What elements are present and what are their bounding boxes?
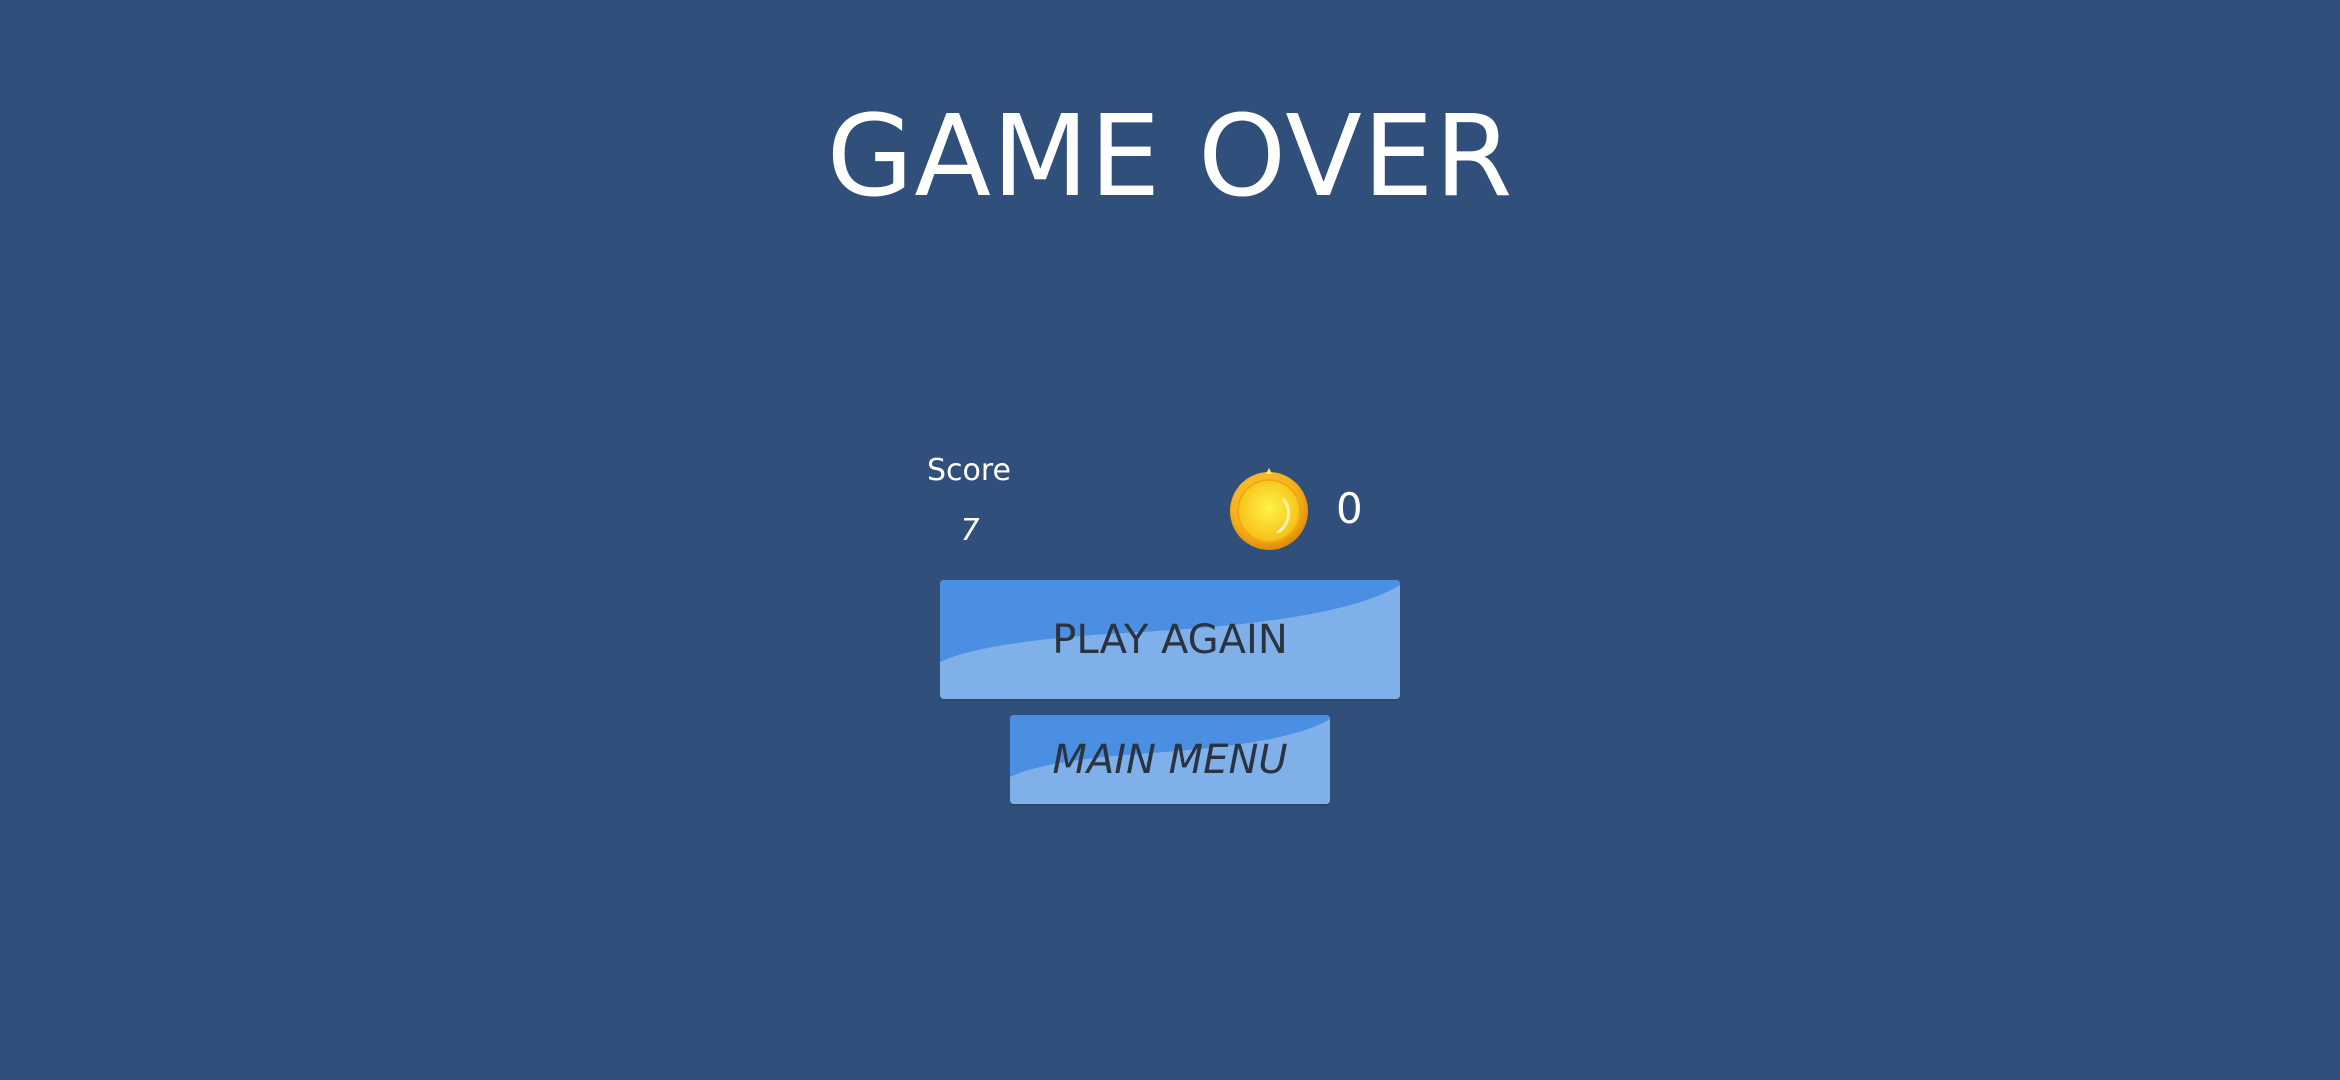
main-menu-button[interactable]: MAIN MENU [1010, 715, 1330, 804]
main-menu-label: MAIN MENU [1052, 736, 1288, 783]
score-value: 7 [960, 513, 980, 548]
game-over-title: GAME OVER [826, 92, 1514, 222]
gold-coin-icon [1228, 466, 1310, 552]
score-label: Score [926, 453, 1012, 488]
play-again-label: PLAY AGAIN [1052, 616, 1288, 663]
play-again-button[interactable]: PLAY AGAIN [940, 580, 1400, 699]
coin-count: 0 [1336, 484, 1363, 533]
